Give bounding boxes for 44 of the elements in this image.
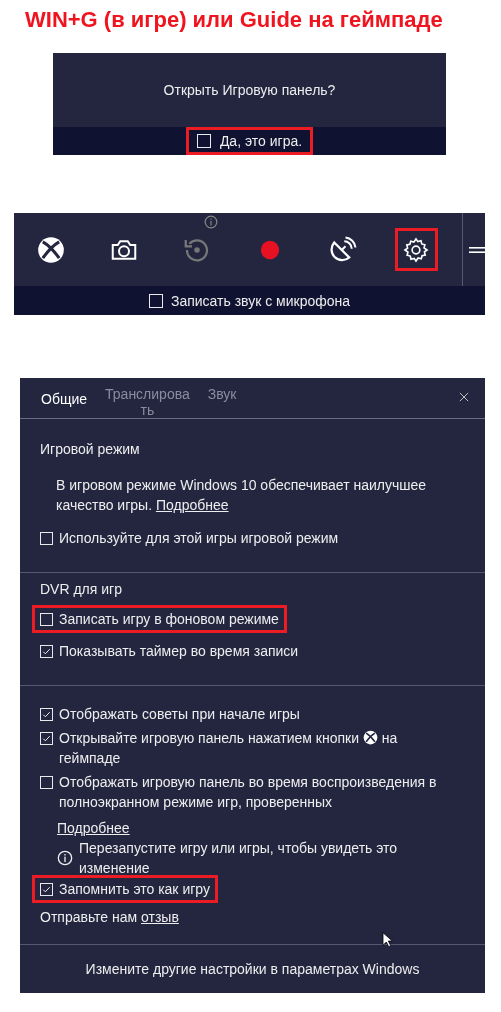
feedback-text: Отправьте нам отзыв — [40, 908, 179, 927]
checkbox[interactable] — [40, 883, 53, 896]
windows-settings-link[interactable]: Измените другие настройки в параметрах Windows — [85, 959, 420, 979]
tab[interactable]: Звук — [198, 378, 246, 402]
close-icon — [457, 390, 471, 404]
info-icon — [57, 850, 73, 866]
checkbox[interactable] — [40, 532, 53, 545]
checkbox-label: Открывайте игровую панель нажатием кнопки на геймпаде — [59, 729, 399, 768]
info-message: Перезапустите игру или игры, чтобы увидеть это изменение — [79, 839, 399, 878]
checkmark-icon — [41, 884, 52, 895]
info-icon — [203, 215, 218, 229]
tab[interactable]: Общие — [32, 378, 97, 407]
xbox-logo-icon — [37, 235, 66, 264]
tab[interactable]: Транслирова ть — [96, 378, 199, 418]
section-title: DVR для игр — [39, 580, 123, 599]
checkbox-label: Да, это игра. — [219, 133, 303, 149]
checkbox[interactable] — [40, 776, 53, 789]
instruction-heading: WIN+G (в игре) или Guide на геймпаде — [25, 7, 444, 33]
settings-icon — [402, 235, 431, 264]
checkbox[interactable] — [40, 732, 53, 745]
checkmark-icon — [41, 733, 52, 744]
dialog-question: Открыть Игровую панель? — [163, 82, 336, 98]
record-icon — [259, 238, 282, 261]
checkmark-icon — [41, 709, 52, 720]
checkbox-label: Показывать таймер во время записи — [59, 642, 299, 661]
checkbox-label: Отображать игровую панель во время воспроизведения в полноэкранном режиме игр, проверенных — [59, 773, 438, 812]
checkbox[interactable] — [148, 293, 163, 308]
checkbox-label: Запомнить это как игру — [59, 880, 210, 899]
checkmark-icon — [41, 646, 52, 657]
checkbox-label: Записать игру в фоновом режиме — [59, 610, 279, 629]
description-text: В игровом режиме Windows 10 обеспечивает наилучшее качество игры. Подробнее — [55, 476, 428, 515]
checkbox[interactable] — [40, 613, 53, 626]
checkbox-label: Отображать советы при начале игры — [59, 705, 300, 724]
checkbox[interactable] — [40, 645, 53, 658]
checkbox[interactable] — [40, 708, 53, 721]
checkbox-label: Записать звук с микрофона — [170, 292, 351, 309]
checkbox-label: Используйте для этой игры игровой режим — [59, 529, 339, 548]
xbox-logo-icon — [362, 730, 378, 745]
checkbox[interactable] — [196, 134, 211, 148]
more-info-link[interactable]: Подробнее — [57, 818, 130, 838]
more-info-link[interactable]: Подробнее — [155, 497, 229, 513]
section-title: Игровой режим — [39, 440, 141, 459]
feedback-link[interactable]: отзыв — [141, 909, 179, 925]
drag-handle-icon — [468, 246, 485, 253]
